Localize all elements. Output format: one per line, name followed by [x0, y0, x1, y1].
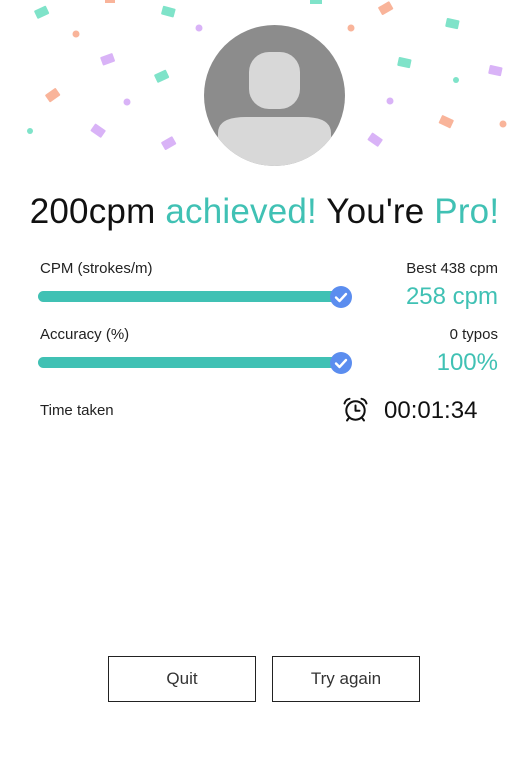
headline-youre: You're [317, 192, 435, 231]
accuracy-label: Accuracy (%) [40, 326, 130, 343]
time-label: Time taken [40, 402, 114, 419]
result-screen: 200cpm achieved! You're Pro! CPM (stroke… [0, 0, 529, 761]
cpm-progress-bar [38, 291, 350, 302]
check-circle-icon [330, 352, 352, 374]
headline-achieved: achieved! [165, 192, 317, 231]
accuracy-value: 100% [436, 349, 498, 376]
avatar [204, 25, 345, 166]
alarm-clock-icon [343, 397, 368, 422]
try-again-button[interactable]: Try again [272, 656, 420, 702]
accuracy-progress-bar [38, 357, 350, 368]
cpm-label: CPM (strokes/m) [40, 260, 153, 277]
time-value: 00:01:34 [384, 397, 478, 424]
result-headline: 200cpm achieved! You're Pro! [0, 188, 529, 236]
cpm-best: Best 438 cpm [406, 260, 498, 277]
accuracy-typos: 0 typos [449, 326, 498, 343]
headline-cpm: 200cpm [29, 192, 166, 231]
user-placeholder-icon [218, 52, 331, 166]
quit-button[interactable]: Quit [108, 656, 256, 702]
headline-pro: Pro! [434, 192, 500, 231]
accuracy-progress-fill [38, 357, 350, 368]
cpm-value: 258 cpm [405, 283, 498, 310]
cpm-progress-fill [38, 291, 350, 302]
check-circle-icon [330, 286, 352, 308]
